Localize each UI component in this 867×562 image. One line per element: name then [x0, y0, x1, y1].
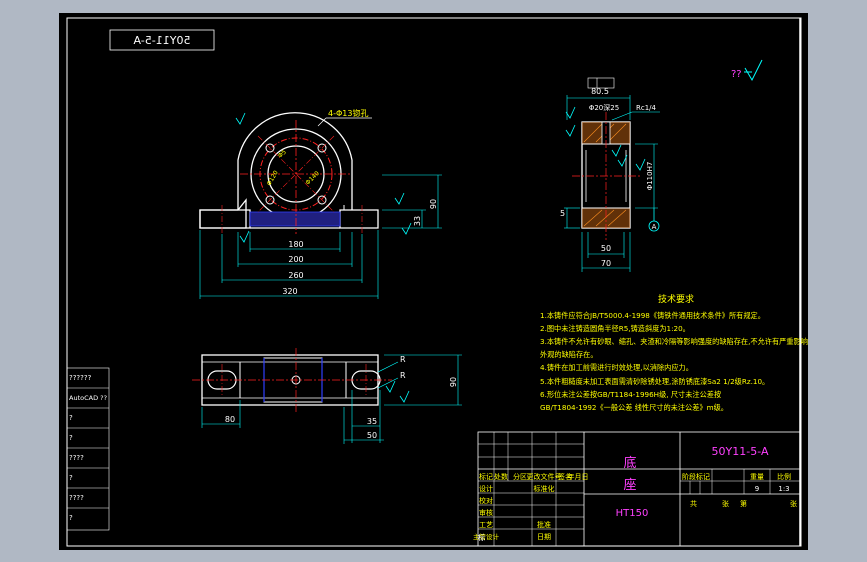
strip-item-1: ?????? [69, 374, 92, 382]
tb-left-chief: 主管设计 [473, 532, 500, 541]
tb-weight-label: 重量 [750, 473, 764, 481]
drawing-area [59, 13, 808, 550]
tech-req-line-5: 4.铸件在加工前需进行时效处理,以消除内应力。 [540, 363, 693, 372]
tb-label-change: 更改文件号 [527, 472, 562, 481]
tb-sheet-unit-2: 张 [790, 499, 797, 508]
tech-req-line-6: 5.本件粗糙度未加工表面需清砂除锈处理,涂防锈底漆Sa2 1/2级Rz.10。 [540, 377, 769, 386]
tb-sheet-total: 共 [690, 499, 697, 508]
dim-50-top: 50 [367, 431, 377, 440]
tb-label-count: 处数 [494, 472, 508, 481]
dim-180: 180 [288, 240, 303, 249]
tb-sheet-no: 第 [740, 499, 747, 508]
dim-33-height: 33 [413, 216, 422, 226]
dim-80-top: 80 [225, 415, 235, 424]
rc-spec: Rc1/4 [636, 104, 657, 112]
tb-sheet-unit-1: 张 [722, 499, 729, 508]
tech-req-line-8: GB/T1804-1992《一般公差 线性尺寸的未注公差》m级。 [540, 403, 728, 412]
dim-top-width: 80.5 [591, 87, 609, 96]
strip-item-3: ? [69, 414, 73, 422]
tb-left-design: 设计 [479, 484, 493, 493]
tb-left-process: 工艺 [479, 521, 493, 529]
strip-item-8: ? [69, 514, 73, 522]
tech-req-line-7: 6.形位未注公差按GB/T1184-1996H级, 尺寸未注公差按 [540, 390, 721, 399]
strip-item-7: ???? [69, 494, 84, 502]
tb-mid-approve: 批准 [537, 520, 551, 529]
tech-req-line-4: 外观的缺陷存在。 [540, 350, 598, 359]
tb-extra: 标 [478, 533, 485, 542]
strip-item-2: AutoCAD ?? [69, 394, 107, 402]
dim-90-top: 90 [449, 377, 458, 387]
tech-req-line-2: 2.图中未注铸造圆角半径R5,铸造斜度为1:20。 [540, 324, 690, 333]
tech-req-line-1: 1.本铸件应符合JB/T5000.4-1998《铸铁件通用技术条件》所有规定。 [540, 311, 765, 320]
dim-70-side: 70 [601, 259, 611, 268]
bore-dim: Φ110H7 [646, 162, 654, 191]
material-text: HT150 [616, 508, 649, 519]
thread-spec: Φ20深25 [589, 103, 619, 112]
mirrored-code-text: 50Y11-5-A [133, 34, 190, 47]
part-title-1: 底 [623, 455, 636, 471]
cad-drawing-canvas: 50Y11-5-A ?? Φ5 Φ120 Φ140 4-Φ13锪孔 180 20… [0, 0, 867, 562]
surface-symbol-text: ?? [731, 69, 742, 80]
tech-req-line-3: 3.本铸件不允许有砂眼、缩孔、夹渣和冷隔等影响强度的缺陷存在,不允许有严重影响 [540, 337, 808, 346]
tb-mid-standard: 标准化 [534, 484, 555, 493]
radius-label-1: R [400, 355, 406, 364]
dim-35: 35 [367, 417, 377, 426]
tb-label-date: 年月日 [568, 472, 589, 481]
scale-value: 1:3 [778, 485, 789, 493]
dim-50-side: 50 [601, 244, 611, 253]
tb-label-zone: 分区 [513, 472, 527, 481]
dim-90-height: 90 [429, 199, 438, 209]
tb-scale-label: 比例 [777, 472, 791, 481]
datum-a: A [652, 223, 657, 231]
drawing-code: 50Y11-5-A [712, 445, 769, 458]
dim-320: 320 [282, 287, 297, 296]
tb-stage-label: 阶段标记 [682, 472, 710, 481]
strip-item-4: ? [69, 434, 73, 442]
tb-label-mark: 标记 [479, 472, 493, 481]
tb-left-check: 校对 [479, 496, 493, 505]
holes-note: 4-Φ13锪孔 [328, 108, 368, 118]
dim-200: 200 [288, 255, 303, 264]
tech-req-title: 技术要求 [658, 293, 694, 305]
tb-mid-date: 日期 [537, 533, 551, 541]
dim-5-side: 5 [560, 209, 565, 218]
dim-260: 260 [288, 271, 303, 280]
strip-item-5: ???? [69, 454, 84, 462]
sheet-number: 9 [755, 485, 759, 493]
strip-item-6: ? [69, 474, 73, 482]
tb-left-review: 审核 [479, 508, 493, 517]
radius-label-2: R [400, 371, 406, 380]
part-title-2: 座 [623, 478, 636, 493]
